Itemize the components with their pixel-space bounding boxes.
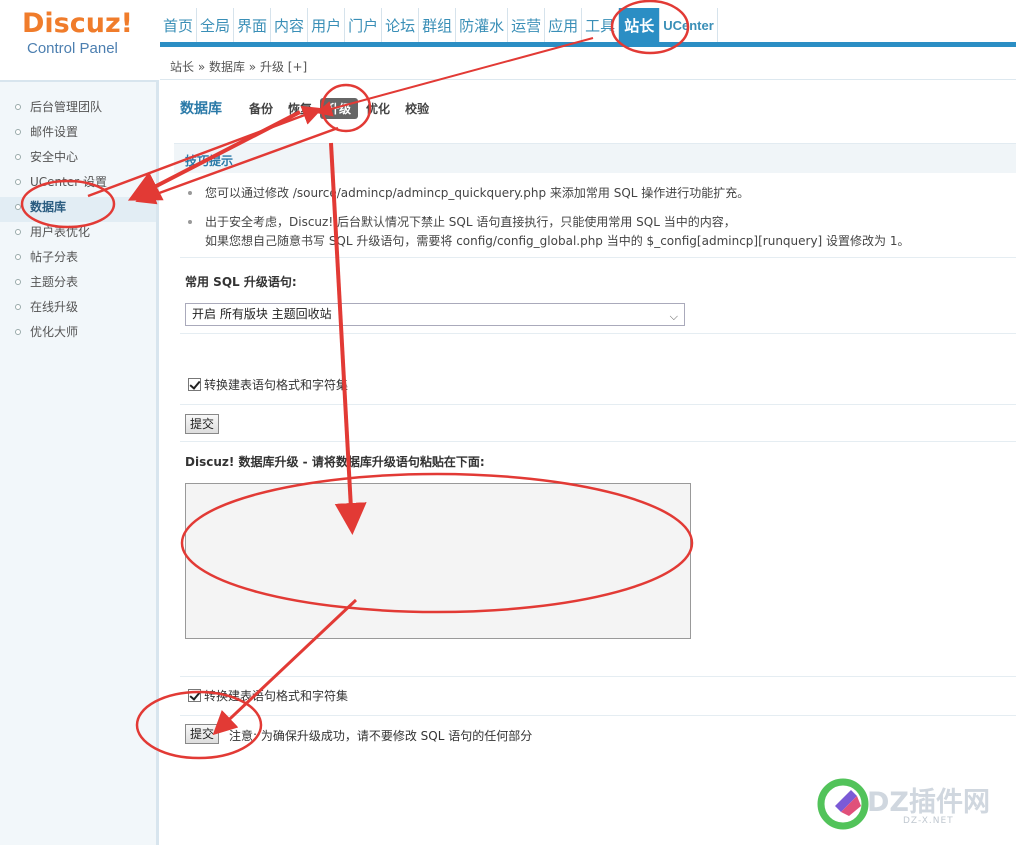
- sidebar-item-label: 数据库: [30, 200, 67, 214]
- nav-forum[interactable]: 论坛: [382, 8, 420, 42]
- nav-ucenter[interactable]: UCenter: [660, 8, 718, 42]
- divider: [180, 257, 1016, 258]
- submit-common-sql-button[interactable]: 提交: [185, 414, 220, 434]
- divider: [180, 441, 1016, 442]
- sidebar-item-user-table-optimize[interactable]: 用户表优化: [0, 222, 156, 247]
- page-title: 数据库: [180, 101, 222, 117]
- nav-portal[interactable]: 门户: [345, 8, 383, 42]
- bullet-icon: [15, 329, 21, 335]
- nav-groups[interactable]: 群组: [419, 8, 457, 42]
- select-value: 开启 所有版块 主题回收站: [192, 307, 332, 321]
- logo[interactable]: Discuz! Control Panel: [22, 8, 142, 57]
- convert-charset-checkbox[interactable]: [188, 378, 201, 391]
- nav-apps[interactable]: 应用: [545, 8, 583, 42]
- watermark-sub: DZ-X.NET: [903, 816, 954, 826]
- sidebar-item-mail-settings[interactable]: 邮件设置: [0, 122, 156, 147]
- bullet-icon: [188, 191, 192, 195]
- watermark-logo-icon: [817, 778, 869, 830]
- header: Discuz! Control Panel 首页 全局 界面 内容 用户 门户 …: [0, 0, 1016, 80]
- tip-text: 如果您想自己随意书写 SQL 升级语句，需要将 config/config_gl…: [205, 234, 910, 248]
- divider: [180, 333, 1016, 334]
- bullet-icon: [15, 304, 21, 310]
- tab-optimize[interactable]: 优化: [359, 98, 397, 119]
- watermark: DZ插件网 DZ-X.NET: [815, 776, 1005, 836]
- nav-operations[interactable]: 运营: [508, 8, 546, 42]
- nav-users[interactable]: 用户: [308, 8, 346, 42]
- bullet-icon: [15, 254, 21, 260]
- checkbox-label: 转换建表语句格式和字符集: [204, 689, 349, 703]
- common-sql-select[interactable]: 开启 所有版块 主题回收站 ⌵: [185, 303, 685, 326]
- logo-subtitle: Control Panel: [27, 40, 118, 57]
- submit-upgrade-button[interactable]: 提交: [185, 724, 220, 744]
- nav-interface[interactable]: 界面: [234, 8, 272, 42]
- bullet-icon: [188, 220, 192, 224]
- upgrade-label: Discuz! 数据库升级 - 请将数据库升级语句粘贴在下面:: [185, 455, 485, 469]
- convert-charset-checkbox-2[interactable]: [188, 689, 201, 702]
- tab-upgrade[interactable]: 升级: [320, 97, 359, 119]
- nav-tools[interactable]: 工具: [582, 8, 620, 42]
- tips-header: 技巧提示: [174, 143, 1016, 173]
- sidebar-item-ucenter-settings[interactable]: UCenter 设置: [0, 172, 156, 197]
- tip-text: 您可以通过修改 /source/admincp/admincp_quickque…: [205, 186, 750, 200]
- nav-global[interactable]: 全局: [197, 8, 235, 42]
- sidebar-item-label: UCenter 设置: [30, 175, 107, 189]
- sidebar-item-label: 主题分表: [30, 275, 79, 289]
- tab-bar: 数据库 备份 恢复 升级 优化 校验: [180, 96, 437, 120]
- breadcrumb-bar: 站长 » 数据库 » 升级 [+]: [160, 50, 1016, 80]
- nav-underline: [160, 42, 1016, 47]
- sidebar-item-label: 优化大师: [30, 325, 79, 339]
- sql-upgrade-textarea[interactable]: [185, 483, 691, 639]
- watermark-text: DZ插件网: [867, 787, 990, 818]
- convert-charset-option[interactable]: 转换建表语句格式和字符集: [188, 376, 348, 393]
- tip-item: 您可以通过修改 /source/admincp/admincp_quickque…: [188, 184, 749, 203]
- top-nav: 首页 全局 界面 内容 用户 门户 论坛 群组 防灌水 运营 应用 工具 站长 …: [160, 8, 718, 42]
- divider: [180, 715, 1016, 716]
- breadcrumb[interactable]: 站长 » 数据库 » 升级 [+]: [170, 58, 307, 75]
- divider: [180, 676, 1016, 677]
- main-content: 数据库 备份 恢复 升级 优化 校验 技巧提示 您可以通过修改 /source/…: [160, 80, 1016, 845]
- nav-webmaster[interactable]: 站长: [619, 8, 661, 42]
- nav-content[interactable]: 内容: [271, 8, 309, 42]
- upgrade-note: 注意: 为确保升级成功，请不要修改 SQL 语句的任何部分: [229, 729, 533, 743]
- tips-title: 技巧提示: [185, 154, 234, 168]
- sidebar-item-admin-team[interactable]: 后台管理团队: [0, 97, 156, 122]
- bullet-icon: [15, 154, 21, 160]
- sidebar-item-optimizer[interactable]: 优化大师: [0, 322, 156, 347]
- bullet-icon: [15, 179, 21, 185]
- tab-restore[interactable]: 恢复: [281, 98, 319, 119]
- divider: [180, 404, 1016, 405]
- common-sql-label: 常用 SQL 升级语句:: [185, 275, 297, 289]
- sidebar-item-post-split[interactable]: 帖子分表: [0, 247, 156, 272]
- sidebar-item-label: 帖子分表: [30, 250, 79, 264]
- bullet-icon: [15, 204, 21, 210]
- bullet-icon: [15, 104, 21, 110]
- sidebar-list: 后台管理团队 邮件设置 安全中心 UCenter 设置 数据库 用户表优化 帖子…: [0, 97, 156, 347]
- sidebar: 后台管理团队 邮件设置 安全中心 UCenter 设置 数据库 用户表优化 帖子…: [0, 80, 159, 845]
- sidebar-item-label: 邮件设置: [30, 125, 79, 139]
- nav-antispam[interactable]: 防灌水: [456, 8, 509, 42]
- sidebar-item-database[interactable]: 数据库: [0, 197, 156, 222]
- chevron-down-icon: ⌵: [669, 310, 678, 323]
- tip-item: 出于安全考虑，Discuz! 后台默认情况下禁止 SQL 语句直接执行，只能使用…: [188, 213, 910, 251]
- bullet-icon: [15, 229, 21, 235]
- sidebar-item-security-center[interactable]: 安全中心: [0, 147, 156, 172]
- sidebar-item-online-upgrade[interactable]: 在线升级: [0, 297, 156, 322]
- sidebar-item-label: 用户表优化: [30, 225, 91, 239]
- bullet-icon: [15, 129, 21, 135]
- convert-charset-option-2[interactable]: 转换建表语句格式和字符集: [188, 687, 348, 704]
- tip-text: 出于安全考虑，Discuz! 后台默认情况下禁止 SQL 语句直接执行，只能使用…: [205, 215, 736, 229]
- logo-title: Discuz!: [22, 8, 133, 39]
- sidebar-item-label: 在线升级: [30, 300, 79, 314]
- checkbox-label: 转换建表语句格式和字符集: [204, 378, 349, 392]
- tab-verify[interactable]: 校验: [398, 98, 436, 119]
- sidebar-item-label: 安全中心: [30, 150, 79, 164]
- nav-home[interactable]: 首页: [160, 8, 198, 42]
- bullet-icon: [15, 279, 21, 285]
- sidebar-item-thread-split[interactable]: 主题分表: [0, 272, 156, 297]
- tab-backup[interactable]: 备份: [242, 98, 280, 119]
- sidebar-item-label: 后台管理团队: [30, 100, 103, 114]
